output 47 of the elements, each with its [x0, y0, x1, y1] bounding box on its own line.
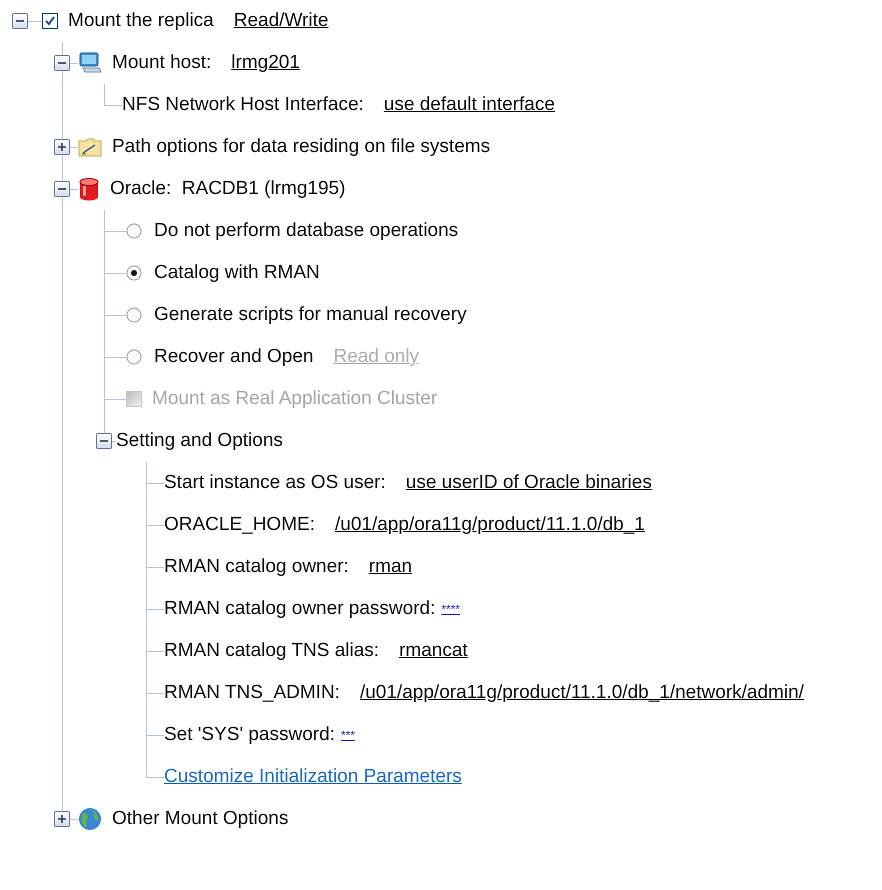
value-link[interactable]: Read/Write	[234, 10, 328, 32]
plus-icon	[57, 142, 67, 152]
value-link[interactable]: rmancat	[399, 640, 468, 662]
node-label: RMAN catalog owner password:	[164, 598, 436, 620]
value-link[interactable]: use userID of Oracle binaries	[406, 472, 652, 494]
node-label: Set 'SYS' password:	[164, 724, 335, 746]
node-label: Start instance as OS user:	[164, 472, 386, 494]
node-label: Mount as Real Application Cluster	[152, 388, 438, 410]
node-label: NFS Network Host Interface:	[122, 94, 364, 116]
password-link[interactable]: ****	[441, 602, 460, 616]
node-label: Recover and Open	[154, 346, 314, 368]
node-label: RMAN catalog TNS alias:	[164, 640, 380, 662]
node-label: Oracle: RACDB1 (lrmg195)	[110, 178, 346, 200]
radio-button[interactable]	[126, 223, 142, 239]
node-label: Path options for data residing on file systems	[112, 136, 490, 158]
node-label: RMAN TNS_ADMIN:	[164, 682, 340, 704]
value-link[interactable]: use default interface	[384, 94, 555, 116]
node-label: Setting and Options	[116, 430, 283, 452]
node-label: RMAN catalog owner:	[164, 556, 349, 578]
expand-toggle[interactable]	[54, 139, 70, 155]
expand-toggle[interactable]	[96, 433, 112, 449]
password-link[interactable]: ***	[340, 728, 355, 742]
node-label: Other Mount Options	[112, 808, 288, 830]
expand-toggle[interactable]	[54, 811, 70, 827]
radio-button[interactable]	[126, 307, 142, 323]
plus-icon	[57, 814, 67, 824]
checkbox[interactable]	[42, 13, 58, 29]
folder-icon	[78, 137, 102, 157]
value-link[interactable]: /u01/app/ora11g/product/11.1.0/db_1	[334, 514, 645, 536]
expand-toggle[interactable]	[54, 55, 70, 71]
monitor-icon	[78, 52, 102, 74]
node-label: Generate scripts for manual recovery	[154, 304, 467, 326]
value-link[interactable]: lrmg201	[231, 52, 300, 74]
value-link[interactable]: /u01/app/ora11g/product/11.1.0/db_1/network/admin/	[360, 682, 804, 704]
customize-link[interactable]: Customize Initialization Parameters	[164, 766, 462, 788]
node-label: Mount the replica	[68, 10, 214, 32]
expand-toggle[interactable]	[12, 13, 28, 29]
globe-icon	[78, 807, 102, 831]
value-link[interactable]: rman	[368, 556, 412, 578]
node-label: Mount host:	[112, 52, 212, 74]
radio-button[interactable]	[126, 265, 142, 281]
node-label: Catalog with RMAN	[154, 262, 320, 284]
expand-toggle[interactable]	[54, 181, 70, 197]
node-label: Do not perform database operations	[154, 220, 458, 242]
node-label: ORACLE_HOME:	[164, 514, 315, 536]
radio-button[interactable]	[126, 349, 142, 365]
database-icon	[78, 177, 100, 201]
